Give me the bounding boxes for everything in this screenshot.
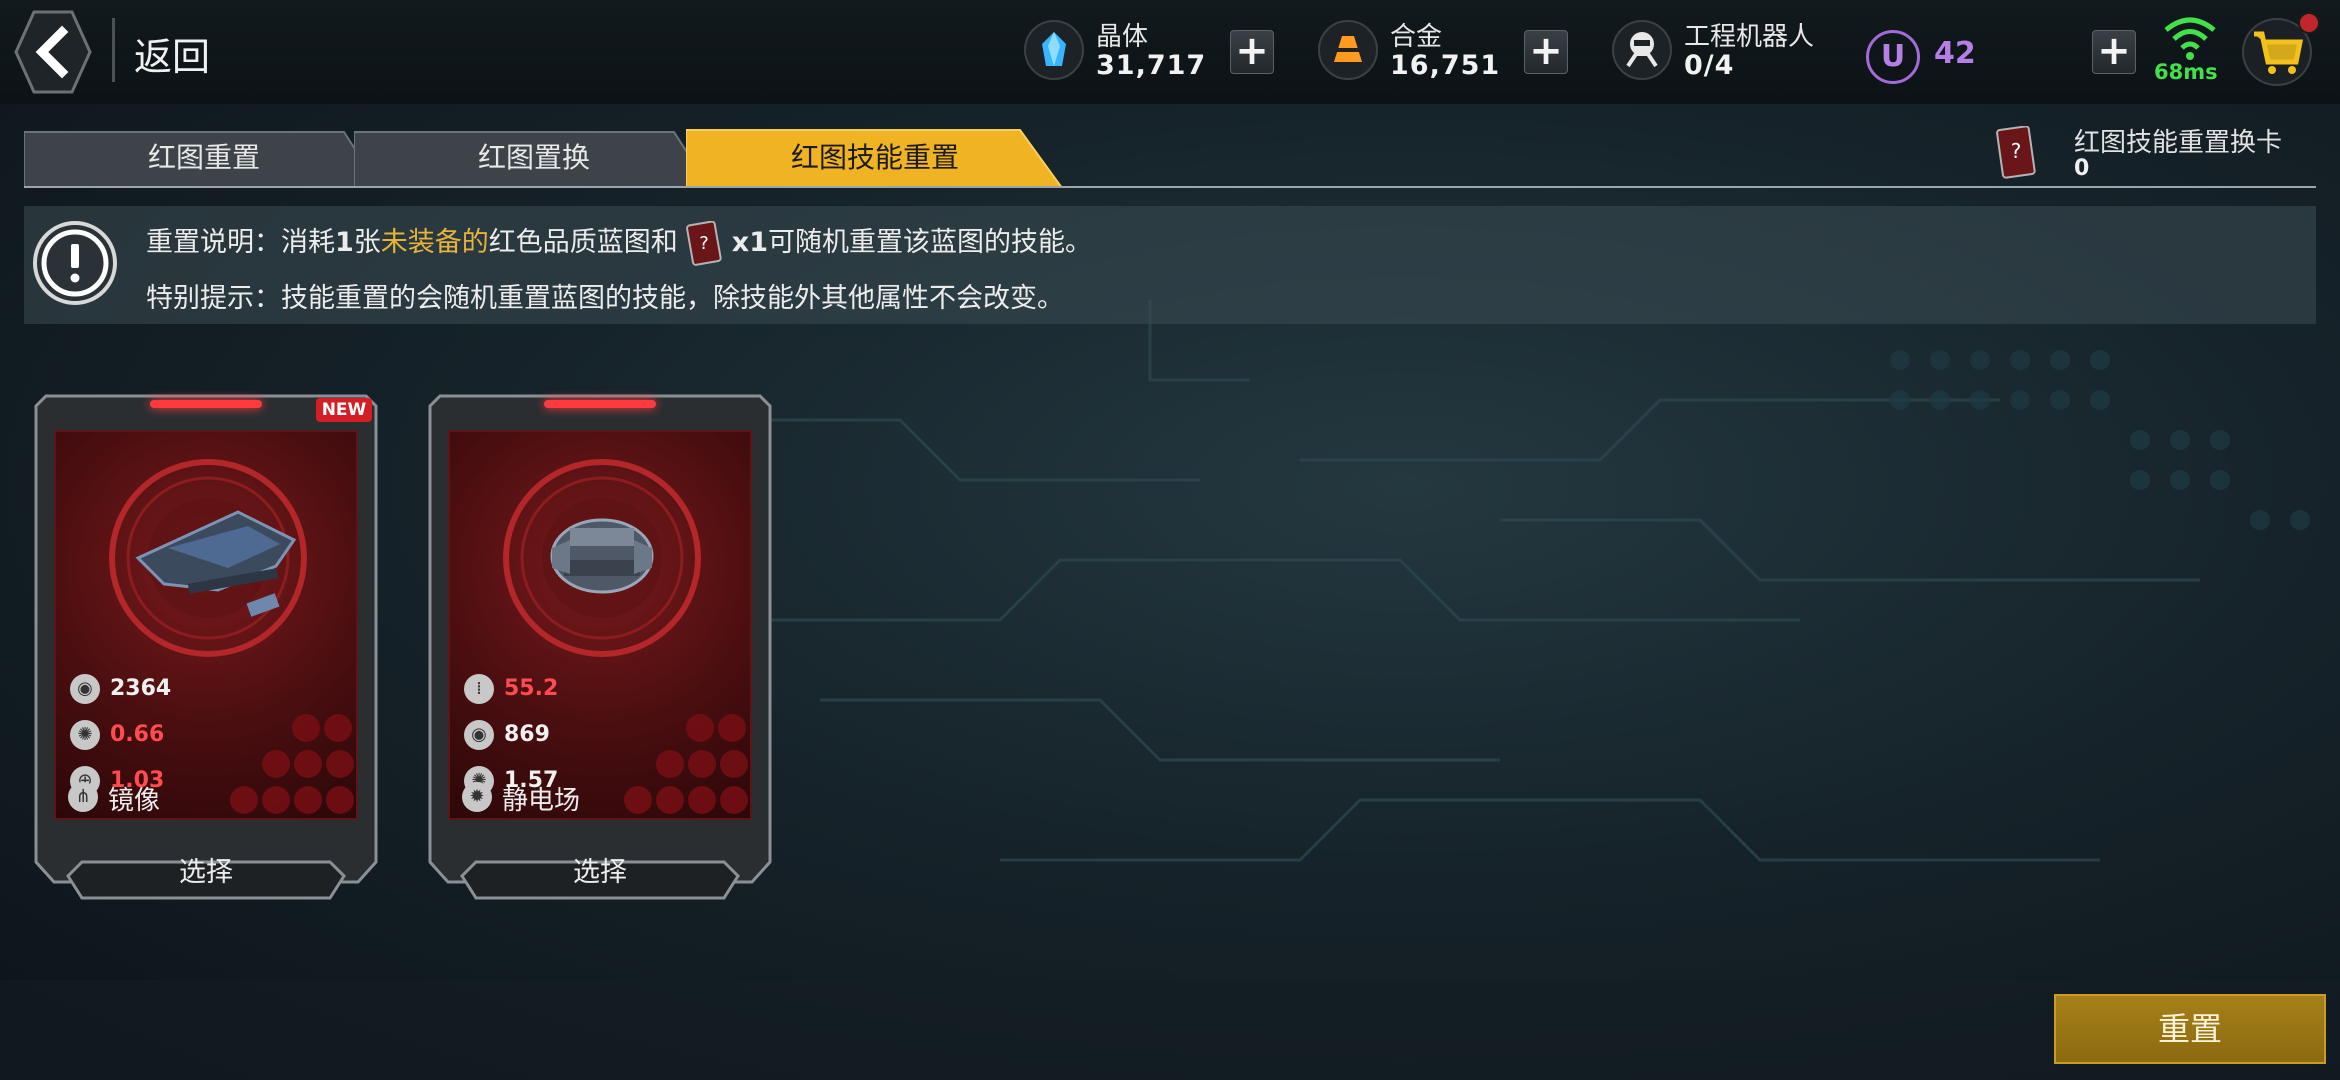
blueprint-card[interactable]: ⁞ 55.2 ◉ 869 ✺ 1.57 ✹ 静电场 选择 bbox=[426, 392, 774, 904]
desc-qty: x1 bbox=[731, 227, 768, 258]
u-currency-icon: U bbox=[1866, 30, 1920, 84]
card-top-light bbox=[544, 400, 656, 408]
tab-bar: 红图重置 红图置换 红图技能重置 bbox=[24, 128, 1064, 188]
blueprint-card-body: ⁞ 55.2 ◉ 869 ✺ 1.57 bbox=[448, 430, 752, 820]
card-counter-name: 红图技能重置换卡 bbox=[2074, 128, 2283, 158]
desc-count: 1 bbox=[335, 227, 354, 258]
select-button[interactable]: 选择 bbox=[76, 850, 336, 896]
new-badge: NEW bbox=[316, 398, 372, 422]
cooldown-icon: ✺ bbox=[70, 720, 100, 750]
skill-row: ✹ 静电场 bbox=[462, 780, 742, 816]
tab-label: 红图技能重置 bbox=[790, 141, 959, 174]
skill-reset-card-counter: ? 红图技能重置换卡 0 bbox=[1996, 122, 2316, 186]
desc-mid: 红色品质蓝图和 bbox=[488, 227, 678, 258]
skill-reset-card-icon: ? bbox=[1996, 126, 2036, 179]
bottom-bar bbox=[0, 980, 2340, 1080]
resource-alloy: 合金 16,751 bbox=[1318, 14, 1501, 90]
add-alloy-button[interactable]: + bbox=[1524, 30, 1568, 74]
resource-value: 16,751 bbox=[1390, 50, 1501, 81]
stat-row: ◉ 869 bbox=[464, 718, 744, 752]
desc-suffix: 可随机重置该蓝图的技能。 bbox=[768, 227, 1092, 258]
exclamation-icon bbox=[33, 221, 117, 305]
durability-icon: ◉ bbox=[464, 720, 494, 750]
stat-row: ⁞ 55.2 bbox=[464, 672, 744, 706]
wifi-icon bbox=[2164, 17, 2216, 60]
blueprint-card[interactable]: NEW ◉ 2364 ✺ 0.66 ⊕ 1.03 ⋔ 镜像 选择 bbox=[32, 392, 380, 904]
divider bbox=[112, 18, 115, 82]
resource-name: 工程机器人 bbox=[1684, 22, 1815, 52]
card-top-light bbox=[150, 400, 262, 408]
resource-name: 合金 bbox=[1390, 22, 1443, 52]
static-field-skill-icon: ✹ bbox=[462, 782, 492, 812]
tab-label: 红图置换 bbox=[477, 141, 590, 174]
back-arrow-icon bbox=[14, 10, 92, 94]
tab-red-blueprint-skill-reset[interactable]: 红图技能重置 bbox=[686, 128, 1064, 188]
card-counter-value: 0 bbox=[2074, 156, 2090, 181]
resource-crystal: 晶体 31,717 bbox=[1024, 14, 1207, 90]
stat-value: 0.66 bbox=[110, 722, 165, 747]
stat-value: 55.2 bbox=[504, 676, 559, 701]
ship-image bbox=[550, 518, 654, 594]
top-bar: 返回 晶体 31,717 + 合金 16,751 + 工程机器人 0/4 U 4… bbox=[0, 0, 2340, 104]
resource-value: 31,717 bbox=[1096, 50, 1207, 81]
svg-text:?: ? bbox=[699, 233, 709, 254]
desc-unit: 张 bbox=[353, 227, 381, 258]
reset-button[interactable]: 重置 bbox=[2054, 994, 2326, 1064]
durability-icon: ◉ bbox=[70, 674, 100, 704]
mirror-skill-icon: ⋔ bbox=[68, 782, 98, 812]
back-label[interactable]: 返回 bbox=[134, 26, 210, 81]
tab-label: 红图重置 bbox=[147, 141, 260, 174]
resource-robot: 工程机器人 0/4 bbox=[1612, 14, 1832, 90]
resource-name: 晶体 bbox=[1096, 22, 1149, 52]
tab-red-blueprint-reset[interactable]: 红图重置 bbox=[24, 128, 384, 188]
blueprint-card-body: ◉ 2364 ✺ 0.66 ⊕ 1.03 bbox=[54, 430, 358, 820]
info-panel: 重置说明：消耗1张未装备的红色品质蓝图和? x1可随机重置该蓝图的技能。 特别提示… bbox=[24, 206, 2316, 324]
desc-prefix: 重置说明：消耗 bbox=[146, 227, 335, 258]
desc-highlight: 未装备的 bbox=[380, 227, 489, 258]
tab-red-blueprint-swap[interactable]: 红图置换 bbox=[354, 128, 714, 188]
robot-icon bbox=[1612, 20, 1672, 80]
notification-dot bbox=[2298, 12, 2320, 34]
alloy-icon bbox=[1318, 20, 1378, 80]
skill-reset-card-icon: ? bbox=[685, 220, 722, 266]
add-u-currency-button[interactable]: + bbox=[2092, 30, 2136, 74]
special-tip: 特别提示：技能重置的会随机重置蓝图的技能，除技能外其他属性不会改变。 bbox=[146, 283, 1064, 314]
u-currency-value: 42 bbox=[1934, 36, 1976, 71]
stat-row: ✺ 0.66 bbox=[70, 718, 350, 752]
resource-value: 0/4 bbox=[1684, 50, 1735, 81]
ping-value: 68ms bbox=[2154, 60, 2218, 84]
skill-row: ⋔ 镜像 bbox=[68, 780, 348, 816]
back-button[interactable] bbox=[14, 10, 92, 94]
reset-description: 重置说明：消耗1张未装备的红色品质蓝图和? x1可随机重置该蓝图的技能。 bbox=[146, 220, 1092, 267]
skill-label: 镜像 bbox=[108, 786, 161, 816]
ammo-icon: ⁞ bbox=[464, 674, 494, 704]
ship-image bbox=[135, 510, 297, 617]
add-crystal-button[interactable]: + bbox=[1230, 30, 1274, 74]
stat-value: 2364 bbox=[110, 676, 172, 701]
skill-label: 静电场 bbox=[502, 786, 581, 816]
tab-underline bbox=[24, 186, 2316, 188]
select-button[interactable]: 选择 bbox=[470, 850, 730, 896]
crystal-icon bbox=[1024, 20, 1084, 80]
stat-row: ◉ 2364 bbox=[70, 672, 350, 706]
svg-text:?: ? bbox=[2011, 139, 2022, 163]
stat-value: 869 bbox=[504, 722, 550, 747]
